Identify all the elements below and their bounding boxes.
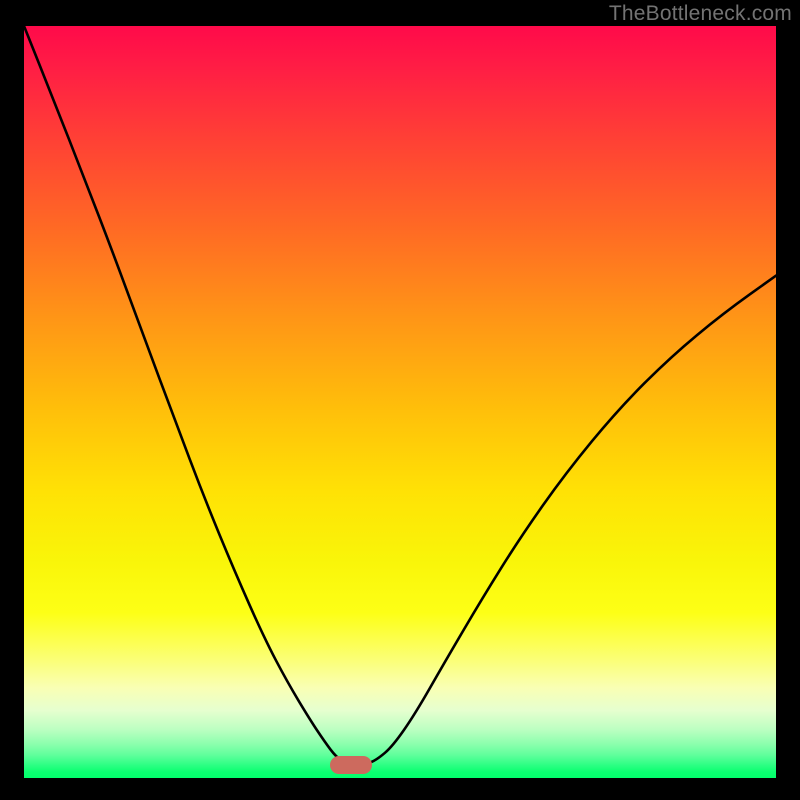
watermark-text: TheBottleneck.com [609,2,792,26]
plot-area [24,26,776,778]
optimal-marker [330,756,372,774]
bottleneck-curve [24,26,776,778]
chart-frame: TheBottleneck.com [0,0,800,800]
